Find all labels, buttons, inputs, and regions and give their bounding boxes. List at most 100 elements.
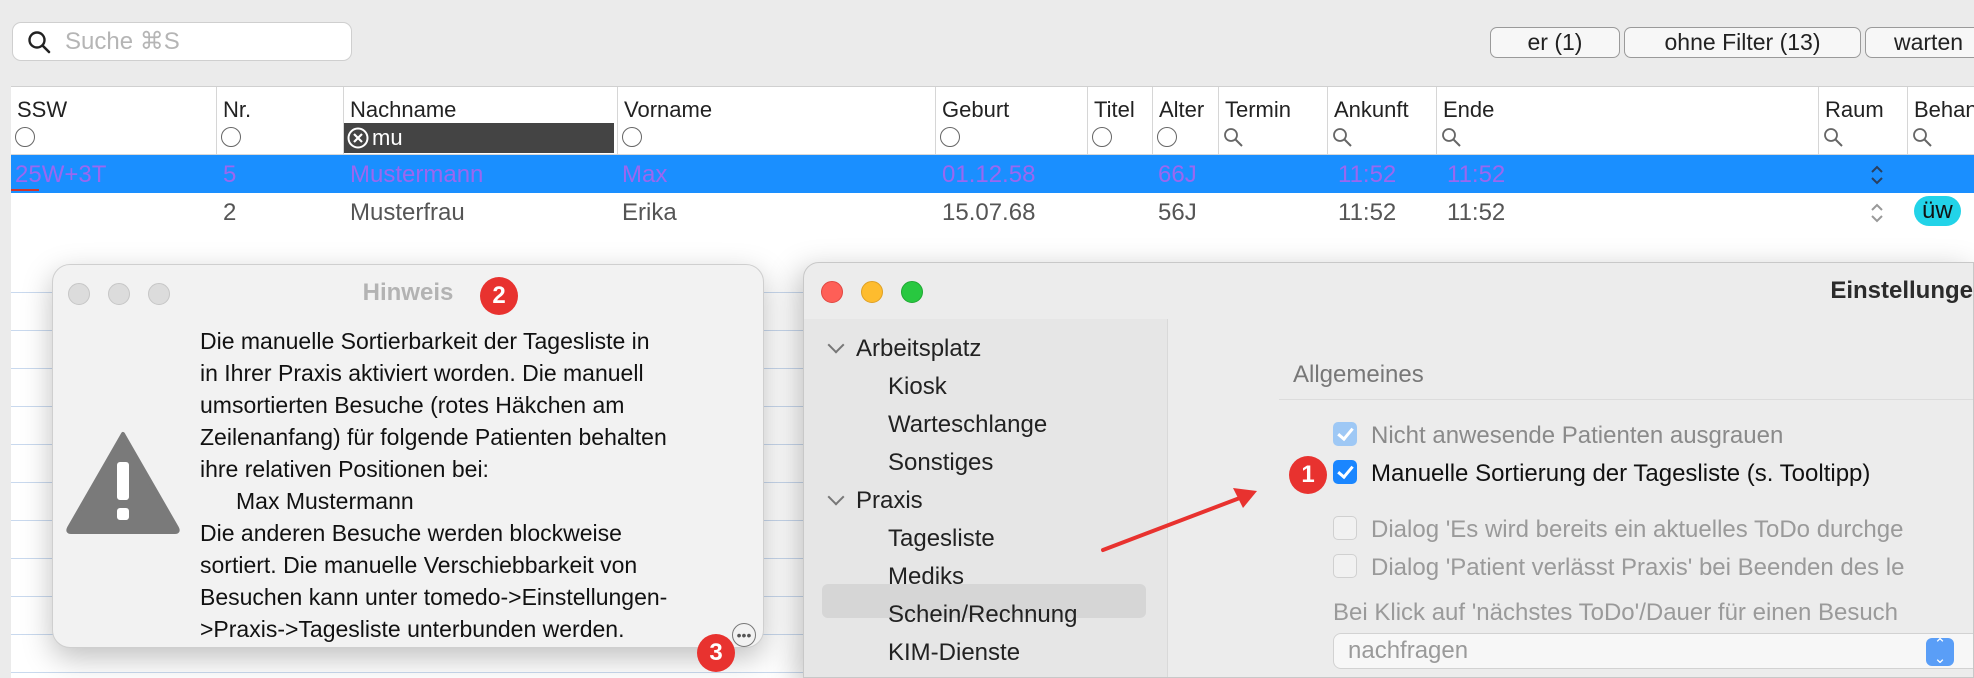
magnifier-icon[interactable] — [1823, 127, 1845, 149]
dialog-message: Die manuelle Sortierbarkeit der Tageslis… — [200, 325, 760, 645]
column-label: Nachname — [350, 97, 457, 122]
column-ssw[interactable]: SSW — [11, 87, 217, 155]
cell-geburt: 15.07.68 — [942, 199, 1036, 226]
message-line: Die manuelle Sortierbarkeit der Tageslis… — [200, 328, 650, 354]
column-titel[interactable]: Titel — [1088, 87, 1153, 155]
column-label: Alter — [1159, 97, 1205, 122]
cell-nachname: Mustermann — [350, 161, 484, 188]
minimize-button[interactable] — [861, 281, 883, 303]
message-line: >Praxis->Tagesliste unterbunden werden. — [200, 616, 625, 642]
filter-radio[interactable] — [1092, 127, 1112, 147]
nachname-filter-input[interactable] — [372, 125, 592, 151]
search-input[interactable] — [65, 27, 345, 56]
sidebar-item-schein-rechnung[interactable]: Schein/Rechnung — [888, 601, 1077, 629]
column-nr[interactable]: Nr. — [217, 87, 344, 155]
sidebar-item-sonstiges[interactable]: Sonstiges — [888, 449, 993, 477]
message-line: Die anderen Besuche werden blockweise — [200, 520, 622, 546]
sidebar-group-arbeitsplatz[interactable]: Arbeitsplatz — [827, 335, 982, 363]
column-ende[interactable]: Ende — [1437, 87, 1819, 155]
cell-vorname: Erika — [622, 199, 677, 226]
option-label: Manuelle Sortierung der Tagesliste (s. T… — [1371, 460, 1871, 487]
popup-caption: Bei Klick auf 'nächstes ToDo'/Dauer für … — [1333, 599, 1899, 626]
column-label: Geburt — [942, 97, 1010, 122]
filter-radio[interactable] — [940, 127, 960, 147]
magnifier-icon[interactable] — [1332, 127, 1354, 149]
option-label: Nicht anwesende Patienten ausgrauen — [1371, 422, 1784, 449]
column-termin[interactable]: Termin — [1219, 87, 1328, 155]
table-row-selected[interactable]: 25W+3T 5 Mustermann Max 01.12.58 66J 11:… — [11, 155, 1974, 193]
annotation-2: 2 — [480, 277, 518, 315]
filter-button-er[interactable]: er (1) — [1490, 27, 1620, 58]
magnifier-icon[interactable] — [1912, 127, 1934, 149]
section-divider — [1279, 399, 1973, 400]
sidebar-item-label: Praxis — [856, 487, 923, 514]
chevron-updown-icon: ⌃ ⌄ — [1926, 637, 1954, 666]
filter-radio[interactable] — [221, 127, 241, 147]
cell-alter: 56J — [1158, 199, 1197, 226]
close-button[interactable] — [821, 281, 843, 303]
message-line: sortiert. Die manuelle Verschiebbarkeit … — [200, 552, 638, 578]
checkbox-praxis-dialog[interactable] — [1333, 554, 1357, 578]
filter-button-ohne-filter[interactable]: ohne Filter (13) — [1624, 27, 1861, 58]
cell-nr: 2 — [223, 199, 237, 226]
search-icon — [28, 30, 51, 53]
manual-sort-marker — [11, 189, 39, 191]
sidebar-group-praxis[interactable]: Praxis — [827, 487, 923, 515]
filter-radio[interactable] — [1157, 127, 1177, 147]
sidebar-item-kim-dienste[interactable]: KIM-Dienste — [888, 639, 1020, 667]
column-behandler[interactable]: Behan — [1908, 87, 1974, 155]
column-nachname[interactable]: Nachname — [344, 87, 618, 155]
search-field[interactable] — [12, 22, 352, 61]
column-alter[interactable]: Alter — [1153, 87, 1219, 155]
zoom-button[interactable] — [901, 281, 923, 303]
cell-vorname: Max — [622, 161, 668, 188]
message-line: in Ihrer Praxis aktiviert worden. Die ma… — [200, 360, 644, 386]
column-raum[interactable]: Raum — [1819, 87, 1908, 155]
column-label: Nr. — [223, 97, 252, 122]
warning-icon — [66, 432, 180, 534]
column-label: SSW — [17, 97, 68, 122]
annotation-arrow — [1101, 488, 1257, 552]
checkbox-ausgrauen[interactable] — [1333, 422, 1357, 446]
annotation-3: 3 — [697, 634, 735, 672]
patient-name: Max Mustermann — [236, 488, 414, 514]
window-title: Einstellunge — [1830, 277, 1973, 304]
checkbox-manuelle-sortierung[interactable] — [1333, 460, 1357, 484]
column-label: Vorname — [624, 97, 713, 122]
column-label: Termin — [1225, 97, 1292, 122]
table-row[interactable]: 2 Musterfrau Erika 15.07.68 56J 11:52 11… — [11, 193, 1974, 231]
chevron-down-icon — [827, 488, 845, 506]
message-line: Zeilenanfang) für folgende Patienten beh… — [200, 424, 667, 450]
table-header: SSW Nr. Nachname Vorname Geburt Titel Al… — [11, 87, 1974, 155]
naechstes-todo-select[interactable]: nachfragen ⌃ ⌄ — [1333, 633, 1973, 669]
nachname-filter[interactable] — [344, 123, 614, 153]
column-label: Behan — [1914, 97, 1974, 122]
annotation-1: 1 — [1289, 456, 1327, 494]
magnifier-icon[interactable] — [1223, 127, 1245, 149]
cell-ssw: 25W+3T — [15, 161, 107, 188]
clear-icon[interactable] — [347, 127, 369, 149]
column-ankunft[interactable]: Ankunft — [1328, 87, 1437, 155]
magnifier-icon[interactable] — [1441, 127, 1463, 149]
filter-radio[interactable] — [15, 127, 35, 147]
option-label: Dialog 'Patient verlässt Praxis' bei Bee… — [1371, 554, 1905, 581]
checkbox-todo-dialog[interactable] — [1333, 516, 1357, 540]
sidebar-item-mediks[interactable]: Mediks — [888, 563, 964, 591]
more-icon[interactable]: ••• — [732, 623, 756, 647]
sidebar-item-tagesliste[interactable]: Tagesliste — [888, 525, 995, 553]
cell-ende: 11:52 — [1447, 199, 1506, 226]
option-label: Dialog 'Es wird bereits ein aktuelles To… — [1371, 516, 1904, 543]
sidebar-item-label: Arbeitsplatz — [856, 335, 982, 362]
stepper-icon[interactable] — [1869, 163, 1885, 187]
sidebar-item-warteschlange[interactable]: Warteschlange — [888, 411, 1047, 439]
column-geburt[interactable]: Geburt — [936, 87, 1088, 155]
cell-ende: 11:52 — [1447, 161, 1506, 188]
sidebar-item-kiosk[interactable]: Kiosk — [888, 373, 947, 401]
filter-button-warten[interactable]: warten — [1865, 27, 1974, 58]
column-label: Ankunft — [1334, 97, 1409, 122]
section-title: Allgemeines — [1293, 361, 1424, 388]
filter-radio[interactable] — [622, 127, 642, 147]
column-vorname[interactable]: Vorname — [618, 87, 936, 155]
dialog-title: Hinweis — [362, 279, 454, 306]
stepper-icon[interactable] — [1869, 201, 1885, 225]
